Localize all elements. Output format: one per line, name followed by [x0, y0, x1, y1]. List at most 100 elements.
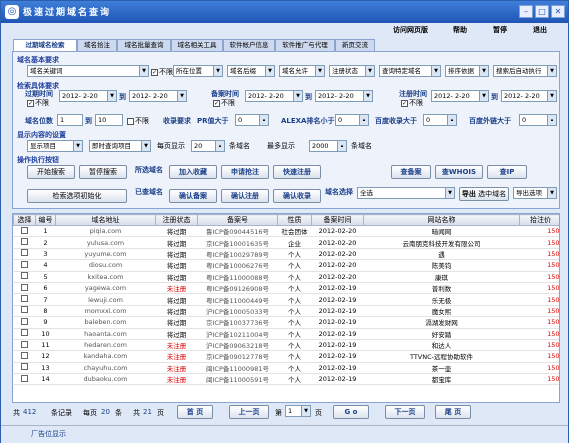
confirm-include-button[interactable]: 确认收录 [273, 189, 321, 203]
table-row[interactable]: 6 yagewa.com 未注册 粤ICP备09126908号 个人 2012-02-19… [13, 282, 559, 295]
confirm-record-button[interactable]: 确认备案 [169, 189, 217, 203]
row-checkbox[interactable] [21, 272, 28, 280]
table-row[interactable]: 3 yuyume.com 将过期 粤ICP备10029789号 个人 2012-02-20… [13, 248, 559, 261]
check-ip-button[interactable]: 查IP [487, 165, 527, 179]
page-select[interactable]: 1 ▼ [285, 405, 311, 417]
pr-input[interactable]: 0 ▴ [235, 114, 269, 126]
row-checkbox-cell[interactable] [13, 282, 36, 295]
suffix-select[interactable]: 域名后缀 ▼ [227, 65, 275, 77]
col-site-name[interactable]: 网站名称 [363, 214, 520, 226]
row-checkbox[interactable] [21, 260, 28, 268]
row-checkbox[interactable] [21, 363, 28, 371]
expire-nolimit-checkbox[interactable]: ✓ 不限 [27, 98, 49, 108]
reg-status-select[interactable]: 注册状态 ▼ [329, 65, 375, 77]
table-row[interactable]: 2 yulusa.com 将过期 京ICP备10001635号 企业 2012-02-20… [13, 236, 559, 249]
tab-tools[interactable]: 域名相关工具 [171, 39, 223, 51]
row-checkbox-cell[interactable] [13, 339, 36, 352]
row-checkbox-cell[interactable] [13, 236, 36, 249]
menu-exit[interactable]: 退出 [533, 25, 547, 35]
row-checkbox[interactable] [21, 295, 28, 303]
row-checkbox[interactable] [21, 226, 28, 234]
tab-promotion[interactable]: 软件推广与代理 [275, 39, 335, 51]
start-search-button[interactable]: 开始搜索 [27, 165, 75, 179]
col-record-time[interactable]: 备案时间 [311, 214, 364, 226]
row-checkbox[interactable] [21, 249, 28, 257]
tab-batch-query[interactable]: 域名批量查询 [117, 39, 171, 51]
check-record-button[interactable]: 查备案 [391, 165, 431, 179]
digits-from-input[interactable]: 1 [57, 114, 83, 126]
max-input[interactable]: 2000 ▴ [309, 140, 347, 152]
record-from-date[interactable]: 2012- 2-20 ▼ [245, 90, 303, 102]
row-checkbox[interactable] [21, 238, 28, 246]
go-button[interactable]: G o [333, 405, 369, 419]
menu-visit-web[interactable]: 访问网页版 [393, 25, 428, 35]
reg-to-date[interactable]: 2012- 2-20 ▼ [501, 90, 557, 102]
row-checkbox-cell[interactable] [13, 350, 36, 363]
row-checkbox-cell[interactable] [13, 271, 36, 283]
col-select[interactable]: 选择 [13, 214, 36, 226]
row-checkbox[interactable] [21, 283, 28, 291]
alexa-input[interactable]: 0 ▴ [335, 114, 369, 126]
digits-nolimit-checkbox[interactable]: 不限 [127, 116, 149, 126]
expire-from-date[interactable]: 2012- 2-20 ▼ [59, 90, 117, 102]
position-select[interactable]: 所在位置 ▼ [173, 65, 223, 77]
check-whois-button[interactable]: 查WHOIS [435, 165, 483, 179]
table-row[interactable]: 5 kxitea.com 将过期 粤ICP备11000088号 个人 2012-02-20… [13, 271, 559, 283]
col-price[interactable]: 拾注价 [519, 214, 559, 226]
menu-pause[interactable]: 暂停 [493, 25, 507, 35]
table-row[interactable]: 11 hedaren.com 未注册 沪ICP备09063218号 个人 2012-02-… [13, 339, 559, 352]
table-row[interactable]: 7 lewuji.com 将过期 粤ICP备11000449号 个人 2012-02-19… [13, 293, 559, 306]
row-checkbox[interactable] [21, 306, 28, 314]
menu-help[interactable]: 帮助 [453, 25, 467, 35]
table-row[interactable]: 12 kandaha.com 未注册 京ICP备09012778号 个人 2012-02-… [13, 350, 559, 363]
query-domain-select[interactable]: 查询特定域名 ▼ [379, 65, 441, 77]
tab-account[interactable]: 软件帐户信息 [223, 39, 275, 51]
table-row[interactable]: 9 baleben.com 将过期 京ICP备10037736号 个人 2012-02-1… [13, 316, 559, 329]
first-page-button[interactable]: 首 页 [177, 405, 213, 419]
table-row[interactable]: 4 diosu.com 将过期 粤ICP备10006276号 个人 2012-02-20 陈… [13, 259, 559, 272]
sort-select[interactable]: 排序依据 ▼ [445, 65, 489, 77]
reg-from-date[interactable]: 2012- 2-20 ▼ [431, 90, 489, 102]
row-checkbox-cell[interactable] [13, 305, 36, 318]
row-checkbox-cell[interactable] [13, 293, 36, 306]
table-row[interactable]: 14 dubaoku.com 未注册 闽ICP备11000591号 个人 2012-02-… [13, 373, 559, 386]
init-search-button[interactable]: 检索选项初始化 [27, 189, 127, 203]
add-fav-button[interactable]: 加入收藏 [169, 165, 217, 179]
export-selected-button[interactable]: 导出 选中域名 [459, 187, 509, 201]
prev-page-button[interactable]: 上一页 [229, 405, 269, 419]
minimize-icon[interactable]: – [519, 5, 533, 18]
next-page-button[interactable]: 下一页 [385, 405, 425, 419]
row-checkbox-cell[interactable] [13, 373, 36, 386]
maximize-icon[interactable]: □ [535, 5, 549, 18]
row-checkbox-cell[interactable] [13, 316, 36, 329]
export-options-select[interactable]: 导出选项 ▼ [513, 187, 557, 199]
select-all-dropdown[interactable]: 全选 ▼ [357, 187, 455, 199]
row-checkbox[interactable] [21, 340, 28, 348]
row-checkbox-cell[interactable] [13, 362, 36, 375]
row-checkbox[interactable] [21, 317, 28, 325]
row-checkbox-cell[interactable] [13, 225, 36, 238]
row-checkbox-cell[interactable] [13, 259, 36, 272]
baidu-include-input[interactable]: 0 ▴ [423, 114, 457, 126]
col-type[interactable]: 性质 [277, 214, 312, 226]
tab-exchange[interactable]: 新页交流 [335, 39, 375, 51]
last-page-button[interactable]: 尾 页 [435, 405, 471, 419]
col-record[interactable]: 备案号 [197, 214, 278, 226]
quick-reg-button[interactable]: 快速注册 [273, 165, 321, 179]
display-item-select[interactable]: 显示项目 ▼ [27, 140, 83, 152]
confirm-reg-button[interactable]: 确认注册 [221, 189, 269, 203]
keyword-nolimit-checkbox[interactable]: ✓ 不限 [151, 67, 173, 77]
keyword-select[interactable]: 域名关键词 ▼ [27, 65, 149, 77]
row-checkbox[interactable] [21, 374, 28, 382]
row-checkbox[interactable] [21, 329, 28, 337]
col-status[interactable]: 注册状态 [155, 214, 198, 226]
row-checkbox[interactable] [21, 351, 28, 359]
col-no[interactable]: 编号 [35, 214, 56, 226]
allow-select[interactable]: 域名允许 ▼ [279, 65, 325, 77]
record-nolimit-checkbox[interactable]: ✓ 不限 [213, 98, 235, 108]
record-to-date[interactable]: 2012- 2-20 ▼ [315, 90, 373, 102]
expire-to-date[interactable]: 2012- 2-20 ▼ [129, 90, 187, 102]
per-page-input[interactable]: 20 ▴ [191, 140, 225, 152]
table-row[interactable]: 1 piqia.com 将过期 鲁ICP备09044516号 社会团体 2012-02-2… [13, 225, 559, 238]
close-icon[interactable]: ✕ [551, 5, 565, 18]
